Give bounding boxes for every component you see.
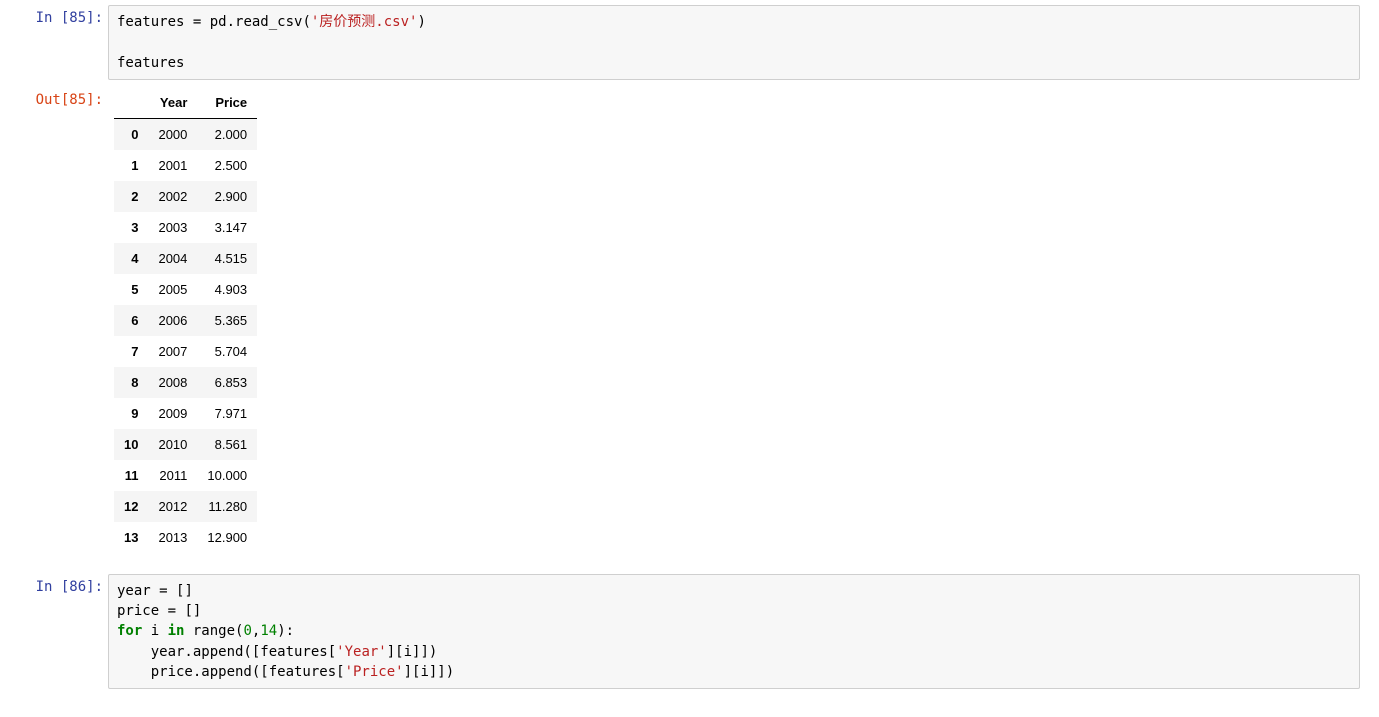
- row-price-cell: 5.704: [197, 336, 257, 367]
- row-index-cell: 0: [114, 118, 148, 150]
- table-row: 320033.147: [114, 212, 257, 243]
- dataframe-header-row: Year Price: [114, 87, 257, 119]
- table-row: 1020108.561: [114, 429, 257, 460]
- code-block-85[interactable]: features = pd.read_csv('房价预测.csv') featu…: [108, 5, 1360, 80]
- row-index-cell: 6: [114, 305, 148, 336]
- code-string: '房价预测.csv': [311, 14, 418, 30]
- code-number: 0: [243, 623, 251, 639]
- code-text: features: [117, 14, 193, 30]
- code-operator: =: [168, 603, 176, 619]
- row-year-cell: 2007: [148, 336, 197, 367]
- code-text: []: [176, 603, 201, 619]
- table-row: 220022.900: [114, 181, 257, 212]
- row-index-cell: 8: [114, 367, 148, 398]
- code-string: 'Price': [345, 664, 404, 680]
- table-row: 11201110.000: [114, 460, 257, 491]
- dataframe-header-year: Year: [148, 87, 197, 119]
- table-row: 520054.903: [114, 274, 257, 305]
- code-text: pd.read_csv(: [201, 14, 311, 30]
- row-price-cell: 2.900: [197, 181, 257, 212]
- code-text: ):: [277, 623, 294, 639]
- row-index-cell: 1: [114, 150, 148, 181]
- row-year-cell: 2012: [148, 491, 197, 522]
- row-price-cell: 8.561: [197, 429, 257, 460]
- code-keyword-for: for: [117, 623, 142, 639]
- row-index-cell: 13: [114, 522, 148, 553]
- row-year-cell: 2011: [148, 460, 197, 491]
- code-text: price.append([features[: [117, 664, 345, 680]
- input-prompt-85: In [85]:: [0, 5, 108, 31]
- code-text: price: [117, 603, 168, 619]
- row-index-cell: 7: [114, 336, 148, 367]
- row-price-cell: 2.500: [197, 150, 257, 181]
- row-price-cell: 11.280: [197, 491, 257, 522]
- row-year-cell: 2009: [148, 398, 197, 429]
- row-index-cell: 12: [114, 491, 148, 522]
- code-block-86[interactable]: year = [] price = [] for i in range(0,14…: [108, 574, 1360, 689]
- row-index-cell: 10: [114, 429, 148, 460]
- table-row: 13201312.900: [114, 522, 257, 553]
- row-year-cell: 2013: [148, 522, 197, 553]
- code-text: range(: [184, 623, 243, 639]
- table-row: 620065.365: [114, 305, 257, 336]
- table-row: 12201211.280: [114, 491, 257, 522]
- row-price-cell: 3.147: [197, 212, 257, 243]
- row-price-cell: 6.853: [197, 367, 257, 398]
- input-cell-85: In [85]: features = pd.read_csv('房价预测.cs…: [0, 0, 1379, 82]
- code-text: year: [117, 583, 159, 599]
- table-row: 720075.704: [114, 336, 257, 367]
- dataframe-table: Year Price 020002.000120012.500220022.90…: [114, 87, 257, 553]
- row-year-cell: 2002: [148, 181, 197, 212]
- row-index-cell: 5: [114, 274, 148, 305]
- row-index-cell: 2: [114, 181, 148, 212]
- table-row: 420044.515: [114, 243, 257, 274]
- dataframe-header-index: [114, 87, 148, 119]
- row-year-cell: 2010: [148, 429, 197, 460]
- code-text: ][i]]): [404, 664, 455, 680]
- input-prompt-86: In [86]:: [0, 574, 108, 600]
- row-year-cell: 2003: [148, 212, 197, 243]
- code-operator: =: [159, 583, 167, 599]
- code-text: features: [117, 55, 184, 71]
- row-year-cell: 2004: [148, 243, 197, 274]
- output-area-85: Year Price 020002.000120012.500220022.90…: [108, 87, 1374, 553]
- code-text: ): [417, 14, 425, 30]
- table-row: 920097.971: [114, 398, 257, 429]
- row-price-cell: 5.365: [197, 305, 257, 336]
- row-price-cell: 4.515: [197, 243, 257, 274]
- table-row: 820086.853: [114, 367, 257, 398]
- output-cell-85: Out[85]: Year Price 020002.000120012.500…: [0, 82, 1379, 555]
- input-cell-86: In [86]: year = [] price = [] for i in r…: [0, 569, 1379, 691]
- row-price-cell: 10.000: [197, 460, 257, 491]
- row-year-cell: 2001: [148, 150, 197, 181]
- row-index-cell: 9: [114, 398, 148, 429]
- code-text: ][i]]): [387, 644, 438, 660]
- row-year-cell: 2006: [148, 305, 197, 336]
- output-prompt-85: Out[85]:: [0, 87, 108, 113]
- code-number: 14: [260, 623, 277, 639]
- code-keyword-in: in: [168, 623, 185, 639]
- table-row: 120012.500: [114, 150, 257, 181]
- table-row: 020002.000: [114, 118, 257, 150]
- code-string: 'Year': [336, 644, 387, 660]
- row-year-cell: 2000: [148, 118, 197, 150]
- dataframe-header-price: Price: [197, 87, 257, 119]
- code-text: year.append([features[: [117, 644, 336, 660]
- row-price-cell: 12.900: [197, 522, 257, 553]
- row-year-cell: 2008: [148, 367, 197, 398]
- row-year-cell: 2005: [148, 274, 197, 305]
- code-text: i: [142, 623, 167, 639]
- code-text: []: [168, 583, 193, 599]
- row-index-cell: 11: [114, 460, 148, 491]
- row-price-cell: 2.000: [197, 118, 257, 150]
- row-index-cell: 4: [114, 243, 148, 274]
- row-price-cell: 7.971: [197, 398, 257, 429]
- row-price-cell: 4.903: [197, 274, 257, 305]
- row-index-cell: 3: [114, 212, 148, 243]
